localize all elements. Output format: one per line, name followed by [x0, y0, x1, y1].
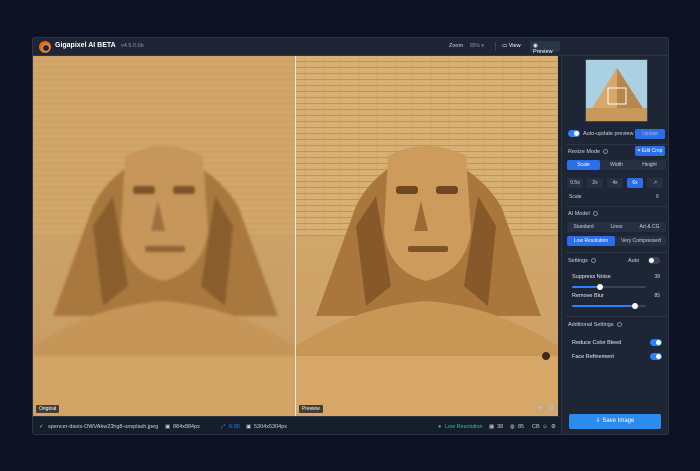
face-refinement-toggle[interactable] — [650, 353, 662, 360]
scale-field-value[interactable]: 6 — [656, 194, 659, 200]
scale-readout: 6.00 — [229, 424, 240, 430]
tab-scale[interactable]: Scale — [567, 160, 600, 170]
suppress-noise-slider[interactable] — [572, 284, 646, 290]
suppress-noise-knob[interactable] — [597, 284, 603, 290]
face-refinement-label: Face Refinement — [572, 354, 614, 360]
original-tag: Original — [36, 405, 60, 413]
ai-model-label: AI Model — [568, 211, 598, 217]
compare-icon[interactable]: ◐ — [536, 404, 545, 413]
view-label: View — [508, 43, 521, 49]
face-icon: ☺ — [542, 424, 548, 430]
image-icon: ▣ — [165, 424, 171, 430]
remove-blur-knob[interactable] — [632, 303, 638, 309]
mode-dot-icon: ● — [438, 424, 442, 430]
tab-height[interactable]: Height — [633, 160, 666, 170]
section-divider-4 — [566, 316, 667, 317]
section-divider — [566, 144, 667, 145]
suppress-noise-label: Suppress Noise — [572, 274, 611, 280]
title-bar: Gigapixel AI BETA v4.5.0.0b Zoom 85% ▾ ▭… — [33, 38, 668, 56]
zoom-select[interactable]: 85% ▾ — [467, 41, 493, 52]
settings-icon[interactable]: ⚙ — [551, 424, 556, 430]
blur-readout: 85 — [518, 424, 525, 430]
preview-image[interactable]: Preview ◐ ▢ — [296, 56, 558, 416]
reduce-color-bleed-toggle[interactable] — [650, 339, 662, 346]
scale-option-4x[interactable]: 4x — [607, 178, 623, 188]
app-version: v4.5.0.0b — [121, 43, 144, 49]
check-icon: ✓ — [39, 424, 44, 430]
original-size: 884x884px — [173, 424, 200, 430]
original-image[interactable]: Original — [33, 56, 295, 416]
info-icon[interactable] — [592, 211, 598, 217]
save-image-button[interactable]: ⇩ Save Image — [569, 414, 661, 429]
preview-label: Preview — [533, 49, 553, 55]
remove-blur-label: Remove Blur — [572, 293, 604, 299]
app-window: Gigapixel AI BETA v4.5.0.0b Zoom 85% ▾ ▭… — [32, 37, 669, 435]
section-divider-2 — [566, 206, 667, 207]
scale-option-2x[interactable]: 2x — [587, 178, 603, 188]
filename: spencer-davis-OWVAkw23hg8-unsplash.jpeg — [48, 424, 159, 430]
ai-model-text: AI Model — [568, 211, 590, 217]
auto-update-label: Auto-update preview — [583, 131, 634, 137]
info-icon[interactable] — [590, 258, 596, 264]
additional-settings-label: Additional Settings — [568, 322, 622, 328]
auto-label: Auto — [628, 258, 640, 264]
status-bar: ✓ spencer-davis-OWVAkw23hg8-unsplash.jpe… — [33, 416, 560, 434]
scale-option-0-5x[interactable]: 0.5x — [567, 178, 583, 188]
info-icon[interactable] — [616, 322, 622, 328]
scale-icon: ⤢ — [221, 424, 226, 430]
model-art-cg[interactable]: Art & CG — [633, 222, 666, 232]
suppress-noise-fill — [572, 286, 601, 288]
noise-icon: ▦ — [489, 424, 495, 430]
zoom-label: Zoom — [449, 43, 464, 49]
additional-settings-text: Additional Settings — [568, 322, 614, 328]
scale-field-label: Scale — [569, 194, 582, 200]
toolbar-divider — [495, 42, 496, 51]
auto-update-toggle[interactable] — [568, 130, 580, 137]
sidebar: Auto-update preview Update Resize Mode ⌗… — [561, 56, 668, 434]
zoom-value: 85% — [470, 43, 481, 49]
reduce-color-bleed-label: Reduce Color Bleed — [572, 340, 622, 346]
model-lines[interactable]: Lines — [600, 222, 633, 232]
model-standard[interactable]: Standard — [567, 222, 600, 232]
edit-crop-label: Edit Crop — [641, 148, 663, 154]
settings-text: Settings — [568, 258, 588, 264]
settings-label: Settings — [568, 258, 596, 264]
scale-option-custom[interactable]: ↗ — [647, 178, 663, 188]
auto-settings-toggle[interactable] — [648, 257, 660, 264]
suppress-noise-value[interactable]: 38 — [648, 272, 662, 282]
info-icon[interactable] — [603, 149, 609, 155]
pyramid-thumbnail-illustration — [586, 60, 647, 121]
preview-tag: Preview — [299, 405, 323, 413]
noise-readout: 38 — [497, 424, 504, 430]
update-button[interactable]: Update — [635, 129, 665, 139]
mode-readout: Low Resolution — [445, 424, 483, 430]
color-bleed-icon: CB — [532, 424, 540, 430]
resize-mode-text: Resize Mode — [568, 149, 601, 155]
app-name: Gigapixel AI BETA — [55, 42, 116, 49]
remove-blur-slider[interactable] — [572, 303, 646, 309]
preview-button[interactable]: ◉ Preview — [530, 41, 560, 55]
remove-blur-fill — [572, 305, 635, 307]
sphinx-preview-illustration — [296, 56, 558, 416]
remove-blur-value[interactable]: 85 — [648, 291, 662, 301]
save-image-label: Save Image — [602, 418, 635, 424]
output-size: 5304x5304px — [254, 424, 288, 430]
view-icon: ▭ — [502, 43, 509, 49]
section-divider-3 — [566, 252, 667, 253]
resize-mode-label: Resize Mode — [568, 149, 609, 155]
scale-option-6x[interactable]: 6x — [627, 178, 643, 188]
tab-width[interactable]: Width — [600, 160, 633, 170]
navigator-thumbnail[interactable] — [585, 59, 648, 122]
view-button[interactable]: ▭ View — [499, 41, 525, 52]
app-logo-icon — [39, 41, 51, 53]
sphinx-original-illustration — [33, 56, 295, 416]
blur-icon: ◍ — [510, 424, 515, 430]
edit-crop-button[interactable]: ⌗ Edit Crop — [635, 146, 665, 156]
output-icon: ▣ — [246, 424, 252, 430]
chevron-down-icon: ▾ — [481, 43, 484, 49]
fit-icon[interactable]: ▢ — [547, 404, 556, 413]
model-low-resolution[interactable]: Low Resolution — [567, 236, 615, 246]
model-very-compressed[interactable]: Very Compressed — [616, 236, 666, 246]
